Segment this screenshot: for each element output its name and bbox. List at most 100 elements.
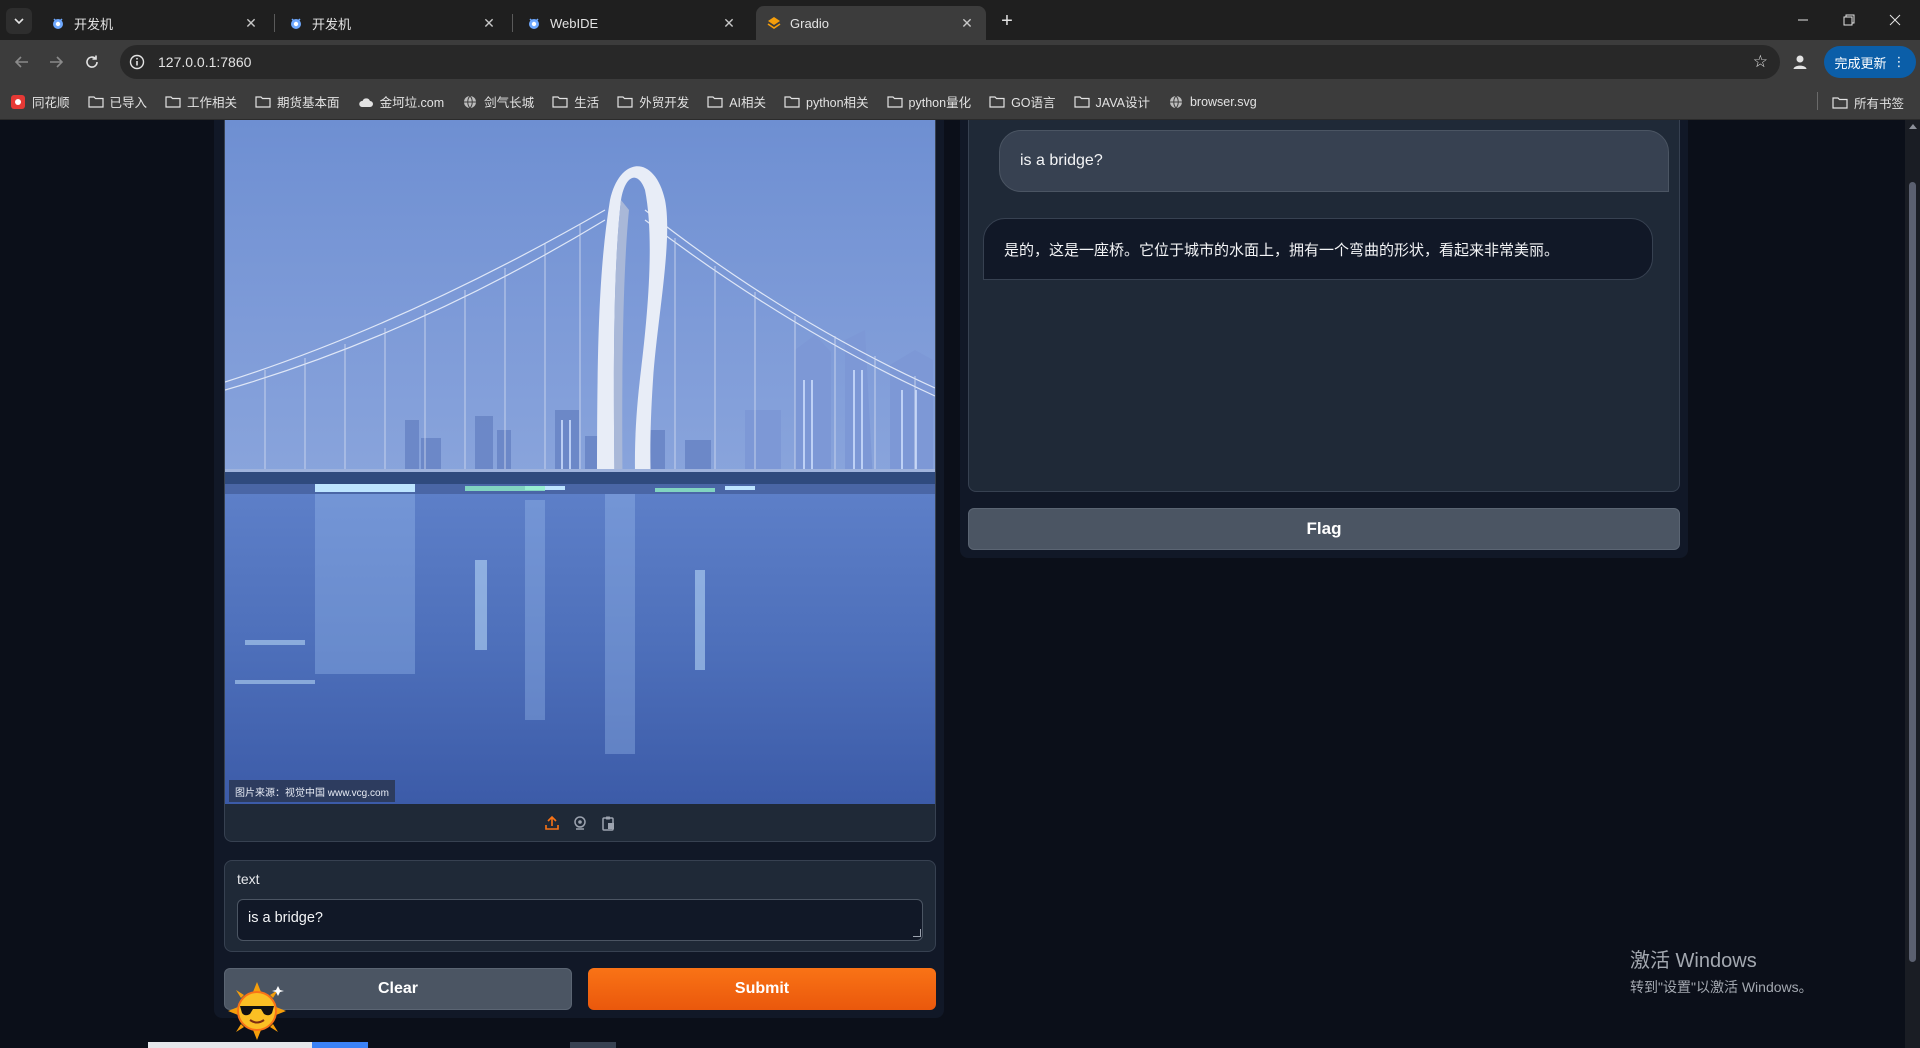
bookmark-label: 生活	[574, 96, 600, 110]
chatbot: is a bridge? 是的，这是一座桥。它位于城市的水面上，拥有一个弯曲的形…	[968, 120, 1680, 492]
minimize-icon[interactable]	[1780, 0, 1826, 40]
bookmark-label: browser.svg	[1189, 94, 1257, 109]
dev-machine-favicon-icon	[288, 15, 304, 31]
submit-button[interactable]: Submit	[588, 968, 936, 1010]
browser-toolbar: 127.0.0.1:7860 ☆ 完成更新 ⋮	[0, 40, 1920, 84]
tab-title: 开发机	[312, 16, 352, 32]
close-icon[interactable]: ✕	[958, 14, 976, 32]
close-window-icon[interactable]	[1872, 0, 1918, 40]
close-icon[interactable]: ✕	[242, 14, 260, 32]
bookmark-star-icon[interactable]: ☆	[1753, 52, 1768, 72]
bookmark-item[interactable]: browser.svg	[1168, 95, 1257, 109]
bookmark-item[interactable]: 金坷垃.com	[358, 92, 445, 111]
webide-favicon-icon	[526, 15, 542, 31]
bookmark-folder[interactable]: JAVA设计	[1073, 92, 1150, 111]
user-message: is a bridge?	[999, 130, 1669, 192]
image-source-toolbar	[225, 804, 935, 841]
image-credit: 图片来源：视觉中国 www.vcg.com	[229, 780, 395, 802]
upload-icon[interactable]	[543, 814, 561, 832]
update-button-label: 完成更新	[1834, 55, 1887, 71]
uploaded-image: 图片来源：视觉中国 www.vcg.com	[225, 120, 935, 804]
bookmark-item[interactable]: 剑气长城	[462, 92, 534, 111]
bookmark-folder[interactable]: python量化	[886, 92, 972, 111]
gradio-page: 图片来源：视觉中国 www.vcg.com text is a bridge? …	[0, 120, 1920, 1048]
bookmark-label: 同花顺	[32, 96, 70, 110]
folder-icon	[552, 95, 568, 109]
restore-icon[interactable]	[1826, 0, 1872, 40]
all-bookmarks-folder[interactable]: 所有书签	[1832, 84, 1904, 120]
tab-title: 开发机	[74, 16, 114, 32]
bookmark-folder[interactable]: 生活	[552, 92, 599, 111]
cloud-icon	[358, 95, 374, 109]
tab-1[interactable]: 开发机 ✕	[40, 6, 270, 40]
bookmark-item[interactable]: 同花顺	[10, 92, 70, 111]
app-icon	[10, 94, 26, 109]
site-info-icon[interactable]	[120, 45, 154, 79]
gradio-favicon-icon	[766, 15, 782, 31]
bookmark-label: GO语言	[1011, 96, 1056, 110]
folder-icon	[886, 95, 903, 109]
bookmark-folder[interactable]: 工作相关	[165, 92, 237, 111]
folder-icon	[707, 95, 723, 109]
resize-handle-icon[interactable]	[913, 929, 921, 937]
folder-icon	[255, 95, 271, 109]
profile-icon[interactable]	[1786, 48, 1814, 76]
globe-icon	[462, 95, 478, 109]
tab-3[interactable]: WebIDE ✕	[516, 6, 748, 40]
folder-icon	[617, 95, 633, 109]
tab-2[interactable]: 开发机 ✕	[278, 6, 508, 40]
flag-button[interactable]: Flag	[968, 508, 1680, 550]
bookmark-folder[interactable]: 期货基本面	[255, 92, 340, 111]
bookmark-label: python量化	[908, 96, 972, 110]
scroll-thumb[interactable]	[1909, 182, 1916, 962]
tab-gradio-active[interactable]: Gradio ✕	[756, 6, 986, 40]
folder-icon	[784, 95, 800, 109]
watermark-line-1: 激活 Windows	[1630, 950, 1757, 972]
folder-icon	[165, 95, 181, 109]
bookmark-label: 剑气长城	[484, 96, 535, 110]
taskbar-segment	[570, 1042, 616, 1048]
update-button[interactable]: 完成更新 ⋮	[1824, 46, 1916, 78]
more-vert-icon: ⋮	[1892, 54, 1906, 69]
sun-sunglasses-sticker	[226, 980, 288, 1042]
folder-icon	[1073, 95, 1090, 109]
text-input-block: text is a bridge?	[224, 860, 936, 952]
bookmark-label: 工作相关	[187, 96, 238, 110]
bookmark-folder[interactable]: 已导入	[87, 92, 148, 111]
tab-strip: 开发机 ✕ 开发机 ✕ WebIDE ✕ Gradio ✕ +	[0, 0, 1920, 40]
bookmark-folder[interactable]: 外贸开发	[617, 92, 689, 111]
bot-message: 是的，这是一座桥。它位于城市的水面上，拥有一个弯曲的形状，看起来非常美丽。	[983, 218, 1653, 280]
reload-icon[interactable]	[78, 48, 106, 76]
bookmark-label: 已导入	[109, 96, 148, 110]
taskbar-segment	[312, 1042, 368, 1048]
back-arrow-icon[interactable]	[8, 48, 36, 76]
image-input[interactable]: 图片来源：视觉中国 www.vcg.com	[224, 120, 936, 842]
bookmark-folder[interactable]: python相关	[784, 92, 869, 111]
address-bar[interactable]: 127.0.0.1:7860 ☆	[120, 45, 1780, 79]
forward-arrow-icon[interactable]	[42, 48, 70, 76]
bookmark-label: JAVA设计	[1095, 96, 1150, 110]
close-icon[interactable]: ✕	[480, 14, 498, 32]
all-bookmarks-label: 所有书签	[1854, 96, 1905, 111]
bookmarks-bar: 同花顺 已导入 工作相关 期货基本面 金坷垃.com 剑气长城 生活 外贸开发 …	[0, 84, 1920, 120]
page-scrollbar[interactable]	[1905, 120, 1920, 1048]
webcam-icon[interactable]	[571, 814, 589, 832]
text-input-label: text	[237, 871, 260, 887]
taskbar-peek	[0, 1040, 1920, 1048]
bookmark-label: 期货基本面	[277, 96, 340, 110]
bookmarks-divider	[1817, 92, 1818, 110]
close-icon[interactable]: ✕	[720, 14, 738, 32]
new-tab-button[interactable]: +	[994, 8, 1020, 34]
watermark-line-2: 转到"设置"以激活 Windows。	[1630, 979, 1813, 995]
bookmark-folder[interactable]: AI相关	[707, 92, 766, 111]
chevron-down-icon	[14, 18, 24, 25]
clipboard-icon[interactable]	[599, 814, 617, 832]
tab-search-button[interactable]	[6, 8, 32, 34]
scroll-up-arrow-icon[interactable]	[1909, 124, 1917, 129]
input-panel: 图片来源：视觉中国 www.vcg.com text is a bridge? …	[214, 120, 944, 1018]
bookmark-folder[interactable]: GO语言	[989, 92, 1056, 111]
bookmark-label: 金坷垃.com	[379, 96, 445, 110]
output-panel: is a bridge? 是的，这是一座桥。它位于城市的水面上，拥有一个弯曲的形…	[960, 120, 1688, 558]
text-input-field[interactable]: is a bridge?	[237, 899, 923, 941]
folder-icon	[87, 95, 104, 109]
